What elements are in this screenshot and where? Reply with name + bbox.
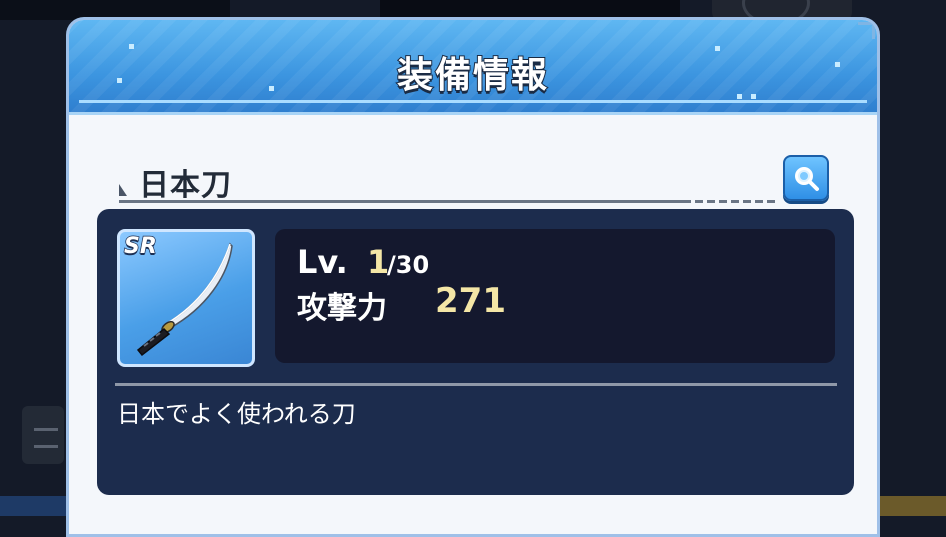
item-name: 日本刀 (139, 168, 232, 203)
background-menu-icon (34, 428, 58, 448)
background-bottom-right (880, 496, 946, 516)
name-underline (119, 200, 691, 203)
attack-value: 271 (435, 281, 506, 321)
item-detail-panel: SR Lv. 1 /30 攻撃力 271 日本でよく使われる刀 (97, 209, 854, 495)
level-max: /30 (387, 251, 430, 279)
level-label: Lv. (297, 243, 348, 281)
katana-icon (136, 242, 233, 357)
item-card[interactable]: SR (117, 229, 255, 367)
attack-label: 攻撃力 (297, 291, 387, 326)
background-bottom-left (0, 496, 68, 516)
search-button[interactable] (783, 155, 829, 201)
corner-accent (858, 22, 875, 39)
stats-box: Lv. 1 /30 攻撃力 271 (275, 229, 835, 363)
divider (115, 383, 837, 386)
dialog-header: 装備情報 (69, 20, 877, 115)
header-line (79, 100, 867, 103)
dialog-title: 装備情報 (396, 54, 549, 97)
name-dashed-line (695, 200, 777, 203)
magnifier-icon (795, 167, 819, 191)
item-description: 日本でよく使われる刀 (117, 400, 356, 428)
equipment-info-dialog: 装備情報 日本刀 SR Lv. 1 /30 攻撃力 271 日本でよく使われる刀 (66, 17, 880, 537)
name-corner-marker (119, 184, 127, 196)
level-value: 1 (367, 243, 390, 281)
